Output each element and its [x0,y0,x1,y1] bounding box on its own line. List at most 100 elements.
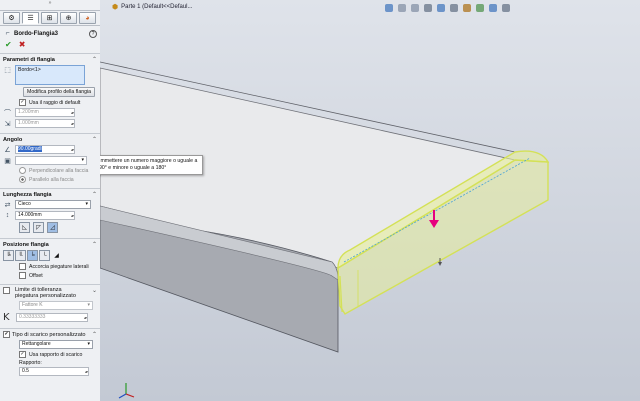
zoom-area-icon[interactable] [398,3,406,12]
use-relief-ratio-label: Usa rapporto di scarico [29,351,83,358]
material-inside-icon[interactable]: ╚ [3,250,14,261]
feature-title: Bordo-Flangia3 [14,30,59,37]
configuration-icon: ⊞ [46,15,53,22]
selected-edge: Bordo<1> [18,67,41,73]
custom-bend-allowance-checkbox[interactable] [3,287,10,294]
tab-dimxpert[interactable]: ⊕ [60,12,77,24]
section-title-label: Limite di tolleranza piegatura personali… [15,287,76,299]
use-relief-ratio-checkbox[interactable]: ✓ [19,351,26,358]
flange-length-icon: ↕ [5,212,10,219]
flange-angle-icon: ∠ [4,146,11,154]
gap-distance-field[interactable]: 1.000mm [15,119,75,128]
help-icon[interactable]: ? [89,29,97,38]
k-factor-symbol: K [3,312,10,323]
hide-show-items-icon[interactable] [463,3,471,12]
tooltip-text: Immettere un numero maggiore o uguale a … [100,158,198,171]
offset-checkbox[interactable] [19,272,26,279]
previous-view-icon[interactable] [411,3,419,12]
flange-position-section: Posizione flangia ⌃ ╚ ╙ ╘ └ ◢ Accorcia pi… [0,238,100,284]
collapse-chevron-icon[interactable]: ⌃ [92,331,97,338]
bend-outside-icon[interactable]: ╘ [27,250,38,261]
expand-chevron-icon[interactable]: » [49,0,52,10]
section-title[interactable]: Angolo ⌃ [3,136,97,144]
material-outside-icon[interactable]: ╙ [15,250,26,261]
section-title[interactable]: Parametri di flangia ⌃ [3,56,97,64]
manager-tabs: ⚙ ☰ ⊞ ⊕ ◕ [0,11,100,26]
trim-side-bends-label: Accorcia piegature laterali [29,263,89,270]
section-title-label: Lunghezza flangia [3,191,52,198]
flange-parameters-section: Parametri di flangia ⌃ ⬚ Bordo<1> Modific… [0,53,100,133]
document-title: Parte 1 (Default<<Defaul... [121,4,193,10]
collapse-chevron-icon[interactable]: ⌃ [92,56,97,63]
zoom-to-fit-icon[interactable] [385,3,393,12]
angle-section: Angolo ⌃ ∠ 90.00gradi ▣ Perpendicolare al… [0,133,100,188]
parallel-radio[interactable] [19,176,26,183]
ratio-field[interactable]: 0.5 [19,367,89,376]
tab-property-manager[interactable]: ☰ [22,12,39,24]
trim-side-bends-checkbox[interactable] [19,263,26,270]
section-title[interactable]: ✓ Tipo di scarico personalizzato ⌃ [3,331,97,338]
flange-length-field[interactable]: 14.000mm [15,211,75,220]
bend-from-virtual-sharp-icon[interactable]: └ [39,250,50,261]
edge-selection-box[interactable]: Bordo<1> [15,65,85,85]
k-factor-field[interactable]: 0.33333333 [16,313,88,322]
relief-section: ✓ Tipo di scarico personalizzato ⌃ Retta… [0,328,100,381]
part-icon: ⬢ [112,4,119,11]
collapse-chevron-icon[interactable]: ⌃ [92,136,97,143]
edit-flange-profile-button[interactable]: Modifica profilo della flangia [23,87,96,97]
apply-scene-icon[interactable] [489,3,497,12]
reverse-direction-icon[interactable]: ⇄ [3,200,12,209]
custom-relief-checkbox[interactable]: ✓ [3,331,10,338]
use-default-radius-label: Usa il raggio di default [29,99,81,106]
use-default-radius-checkbox[interactable]: ✓ [19,99,26,106]
end-condition-select[interactable]: Cieco [15,200,91,209]
view-orientation-icon[interactable] [437,3,445,12]
collapse-chevron-icon[interactable]: ⌃ [92,241,97,248]
perpendicular-radio[interactable] [19,167,26,174]
allowance-type-select[interactable]: Fattore K [19,301,93,310]
flange-angle-field[interactable]: 90.00gradi [15,145,75,154]
tab-feature-manager[interactable]: ⚙ [3,12,20,24]
heads-up-view-toolbar [385,2,510,13]
bend-allowance-section: Limite di tolleranza piegatura personali… [0,284,100,328]
cancel-button[interactable]: ✖ [19,40,26,49]
tangent-to-bend-icon[interactable]: ◢ [51,250,62,261]
feature-header: ⌐ Bordo-Flangia3 ? [0,26,100,39]
relief-type-select[interactable]: Rettangolare [19,340,93,349]
section-view-icon[interactable] [424,3,432,12]
display-style-icon[interactable] [450,3,458,12]
axis-triad-icon [118,383,135,399]
section-title-label: Posizione flangia [3,241,49,248]
ok-button[interactable]: ✔ [5,40,12,49]
view-settings-icon[interactable] [502,3,510,12]
panel-pin-bar: » [0,0,100,11]
face-select-icon: ▣ [4,157,11,165]
bend-radius-field[interactable]: 1.200mm [15,108,75,117]
section-title-label: Tipo di scarico personalizzato [12,331,86,338]
gap-distance-icon: ⇲ [4,120,11,128]
outer-virtual-sharp-icon[interactable]: ◺ [19,222,30,233]
edit-appearance-icon[interactable] [476,3,484,12]
collapse-chevron-icon[interactable]: ⌄ [92,287,97,294]
ratio-label: Rapporto: [19,360,42,366]
confirm-row: ✔ ✖ [0,39,100,53]
graphics-viewport[interactable]: ⬢ Parte 1 (Default<<Defaul... Immettere … [100,0,640,401]
tangent-bend-icon[interactable]: ◿ [47,222,58,233]
document-title-bar: ⬢ Parte 1 (Default<<Defaul... [112,2,193,12]
bend-radius-icon: ⌒ [4,109,11,117]
inner-virtual-sharp-icon[interactable]: ◸ [33,222,44,233]
collapse-chevron-icon[interactable]: ⌃ [92,191,97,198]
section-title[interactable]: Limite di tolleranza piegatura personali… [3,287,97,299]
flange-length-section: Lunghezza flangia⌃ ⇄ Cieco ↕ 14.000mm ◺ … [0,188,100,238]
sheet-metal-model [100,61,550,353]
offset-label: Offset [29,272,43,279]
section-title[interactable]: Posizione flangia ⌃ [3,241,97,249]
crosshair-icon: ⊕ [65,15,72,22]
property-manager-panel: » ⚙ ☰ ⊞ ⊕ ◕ ⌐ Bordo-Flangia3 ? ✔ ✖ Param… [0,0,101,401]
tab-display-manager[interactable]: ◕ [79,12,96,24]
section-title[interactable]: Lunghezza flangia ⌃ [3,191,97,199]
property-list-icon: ☰ [27,15,34,22]
reference-face-box[interactable] [15,156,87,165]
tab-configuration-manager[interactable]: ⊞ [41,12,58,24]
edge-flange-icon: ⌐ [5,30,10,37]
